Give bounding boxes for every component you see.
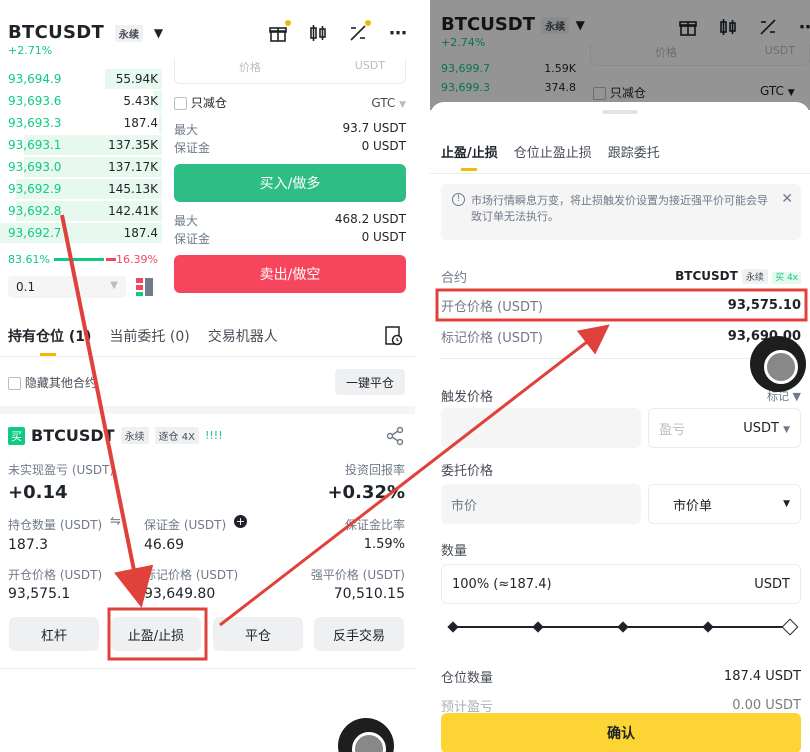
background-trading-screen: BTCUSDT 永续 ▼ +2.74% ⋯ 93,699.7 1.59K 93,6…	[430, 0, 810, 110]
tab-open-orders[interactable]: 当前委托 (0)	[109, 326, 189, 346]
tp-sl-tabs: 止盈/止损 仓位止盈止损 跟踪委托	[441, 142, 660, 171]
roi-value: +0.32%	[327, 482, 405, 503]
order-history-icon[interactable]	[385, 326, 403, 346]
swap-icon[interactable]: ⇋	[110, 514, 121, 529]
margin-value: 46.69	[144, 537, 185, 553]
entry-price-label: 开仓价格 (USDT)	[8, 568, 103, 582]
order-book-row[interactable]: 93,692.9 145.13K	[0, 178, 162, 200]
tp-sl-button[interactable]: 止盈/止损	[111, 617, 201, 651]
order-book: 93,694.9 55.94K 93,693.6 5.43K 93,693.3 187…	[0, 68, 162, 244]
position-symbol: BTCUSDT	[31, 426, 115, 445]
position-qty-label: 仓位数量	[441, 671, 494, 686]
trigger-price-input[interactable]	[441, 408, 641, 448]
mark-price-label: 标记价格 (USDT)	[144, 568, 239, 582]
price-input[interactable]: 价格 USDT	[174, 58, 406, 84]
reverse-trade-button[interactable]: 反手交易	[314, 617, 404, 651]
order-book-row[interactable]: 93,693.0 137.17K	[0, 156, 162, 178]
more-icon[interactable]: ⋯	[385, 20, 411, 46]
contract-tag: 永续	[114, 24, 144, 42]
order-book-row[interactable]: 93,693.3 187.4	[0, 112, 162, 134]
hide-other-checkbox[interactable]: 隐藏其他合约	[8, 374, 97, 391]
position-tabs: 持有仓位 (1) 当前委托 (0) 交易机器人	[8, 326, 278, 356]
book-layout-icon[interactable]	[136, 278, 154, 296]
position-contract-tag: 永续	[120, 427, 149, 444]
position-mode-tag: 逐仓 4X	[154, 427, 199, 444]
price-change: +2.71%	[8, 44, 53, 57]
position-size-value: 187.3	[8, 537, 49, 553]
quantity-slider[interactable]	[447, 618, 799, 636]
liq-price-value: 70,510.15	[333, 586, 405, 602]
chevron-down-icon: ▼	[153, 26, 164, 40]
margin-ratio-value: 1.59%	[363, 537, 405, 552]
assistive-touch-button[interactable]	[750, 336, 806, 392]
order-price-label: 委托价格	[441, 464, 494, 479]
order-book-row[interactable]: 93,693.1 137.35K	[0, 134, 162, 156]
est-pnl-value: 0.00 USDT	[732, 698, 801, 713]
close-icon[interactable]: ✕	[781, 191, 793, 207]
tp-sl-sheet: 止盈/止损 仓位止盈止损 跟踪委托 ! 市场行情瞬息万变，将止损触发价设置为接近…	[430, 102, 810, 752]
symbol-name: BTCUSDT	[8, 22, 105, 43]
close-all-button[interactable]: 一键平仓	[335, 369, 405, 395]
unrealized-pnl-value: +0.14	[8, 482, 68, 503]
roi-label: 投资回报率	[344, 463, 405, 477]
entry-price-value: 93,575.1	[8, 586, 71, 602]
symbol-selector[interactable]: BTCUSDT 永续 ▼	[8, 22, 163, 43]
close-position-button[interactable]: 平仓	[213, 617, 303, 651]
slider-thumb[interactable]	[781, 618, 799, 636]
buy-long-button[interactable]: 买入/做多	[174, 164, 406, 202]
tab-position-tp-sl[interactable]: 仓位止盈止损	[514, 142, 592, 161]
depth-select[interactable]: 0.1 ▼	[8, 276, 126, 298]
quantity-label: 数量	[441, 544, 468, 559]
pnl-input[interactable]: 盈亏 USDT ▼	[648, 408, 801, 448]
unrealized-pnl-label: 未实现盈亏 (USDT)	[8, 463, 115, 477]
mark-price-label: 标记价格 (USDT)	[441, 331, 543, 346]
assistive-touch-button[interactable]	[338, 718, 394, 752]
entry-price-value: 93,575.10	[727, 298, 801, 313]
gift-icon[interactable]	[265, 20, 291, 46]
order-book-row[interactable]: 93,692.7 187.4	[0, 222, 162, 244]
order-book-row[interactable]: 93,693.6 5.43K	[0, 90, 162, 112]
reduce-only-checkbox[interactable]: 只减仓 GTC ▼	[174, 94, 406, 111]
quantity-input[interactable]: 100% (≈187.4) USDT	[441, 564, 801, 604]
sell-short-button[interactable]: 卖出/做空	[174, 255, 406, 293]
sheet-drag-handle[interactable]	[602, 110, 638, 114]
buy-side-badge: 买	[8, 426, 25, 445]
candlestick-icon[interactable]	[305, 20, 331, 46]
risk-notice: ! 市场行情瞬息万变，将止损触发价设置为接近强平价可能会导致订单无法执行。 ✕	[441, 184, 801, 240]
side-tag: 买 4x	[772, 272, 801, 284]
order-type-select[interactable]: 市价单 ▼	[648, 484, 801, 524]
signal-bars: !!!!	[204, 429, 223, 442]
margin-ratio-label: 保证金比率	[344, 518, 405, 532]
add-margin-icon[interactable]: +	[234, 515, 247, 528]
buy-sell-ratio: 83.61% 16.39%	[8, 253, 158, 266]
tp-sl-screen: BTCUSDT 永续 ▼ +2.74% ⋯ 93,699.7 1.59K 93,6…	[430, 0, 810, 752]
gtc-select[interactable]: GTC ▼	[371, 96, 406, 110]
share-icon[interactable]	[385, 426, 405, 450]
confirm-button[interactable]: 确认	[441, 713, 801, 752]
info-icon: !	[452, 193, 465, 206]
tab-positions[interactable]: 持有仓位 (1)	[8, 326, 91, 356]
order-book-row[interactable]: 93,692.8 142.41K	[0, 200, 162, 222]
tab-tp-sl[interactable]: 止盈/止损	[441, 142, 498, 171]
order-price-input[interactable]: 市价	[441, 484, 641, 524]
position-size-label: 持仓数量 (USDT)	[8, 518, 103, 532]
position-qty-value: 187.4 USDT	[723, 669, 801, 684]
trading-screen: BTCUSDT 永续 ▼ +2.71% ⋯ 93,694.9 55.94K 93,…	[0, 0, 415, 752]
leverage-button[interactable]: 杠杆	[9, 617, 99, 651]
liq-price-label: 强平价格 (USDT)	[310, 568, 405, 582]
contract-value: BTCUSDT	[675, 269, 738, 283]
calculator-icon[interactable]	[345, 20, 371, 46]
order-book-row[interactable]: 93,694.9 55.94K	[0, 68, 162, 90]
mark-price-value: 93,649.80	[144, 586, 216, 602]
tab-trading-bots[interactable]: 交易机器人	[208, 326, 278, 346]
entry-price-label: 开仓价格 (USDT)	[441, 300, 543, 315]
margin-label: 保证金 (USDT)	[144, 518, 227, 532]
trigger-price-label: 触发价格	[441, 390, 494, 405]
contract-label: 合约	[441, 271, 468, 286]
tab-trailing-order[interactable]: 跟踪委托	[608, 142, 660, 161]
order-form: 价格 USDT 只减仓 GTC ▼ 最大 93.7 USDT 保证金 0 USDT 买…	[174, 58, 406, 293]
